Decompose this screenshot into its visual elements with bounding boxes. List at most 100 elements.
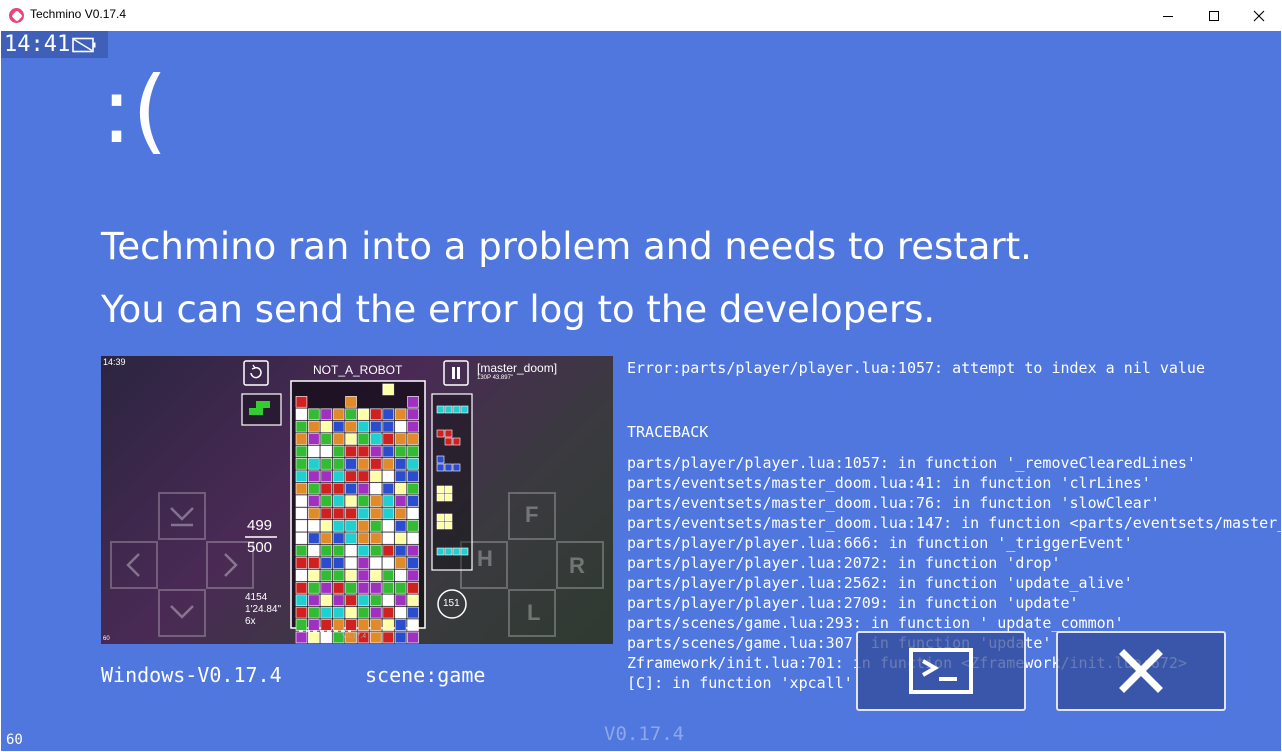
playfield-cell — [320, 482, 333, 495]
next-piece-cell — [436, 485, 445, 494]
snapshot-clock: 14:39 — [103, 357, 126, 367]
playfield-cell — [295, 557, 308, 569]
playfield-cell — [394, 544, 407, 557]
playfield-cell — [307, 594, 320, 607]
playfield-cell — [332, 619, 345, 631]
playfield-cell — [369, 569, 382, 582]
playfield-cell — [407, 631, 419, 644]
traceback-line: parts/player/player.lua:2709: in functio… — [627, 594, 1079, 612]
playfield-cell — [307, 433, 320, 445]
playfield-cell — [407, 458, 419, 470]
playfield-cell — [345, 507, 357, 520]
playfield-cell — [357, 544, 370, 557]
playfield-cell — [407, 408, 419, 421]
next-piece-cell — [436, 547, 445, 556]
playfield-cell — [307, 544, 320, 557]
playfield-cell — [307, 507, 320, 520]
playfield-cell — [295, 396, 308, 408]
next-piece-cell — [444, 437, 453, 446]
next-piece-cell — [436, 513, 445, 522]
playfield-cell — [357, 581, 370, 594]
playfield-cell — [394, 519, 407, 532]
hard-drop-icon — [170, 507, 194, 527]
playfield-cell — [345, 495, 357, 507]
playfield-cell — [345, 606, 357, 619]
playfield-cell — [320, 557, 333, 569]
scene-label: scene:game — [365, 663, 486, 687]
next-piece-cell — [444, 463, 453, 472]
playfield-cell — [295, 458, 308, 470]
playfield-cell — [320, 458, 333, 470]
playfield-cell — [295, 569, 308, 582]
traceback-line: parts/player/player.lua:666: in function… — [627, 534, 1133, 552]
next-piece-cell — [436, 493, 445, 502]
playfield-cell — [369, 544, 382, 557]
next-piece-cell — [452, 463, 461, 472]
minimize-icon — [1163, 15, 1173, 17]
playfield-cell — [407, 569, 419, 582]
next-piece-cell — [444, 493, 453, 502]
playfield-cell — [382, 495, 395, 507]
playfield-cell — [382, 619, 395, 631]
next-piece-cell — [444, 521, 453, 530]
next-piece-cell — [460, 405, 469, 414]
playfield-cell — [345, 581, 357, 594]
playfield-cell — [394, 445, 407, 458]
next-piece-cell — [436, 521, 445, 530]
snapshot-version: V0.17.4 — [342, 633, 367, 640]
traceback-line: parts/player/player.lua:1057: in functio… — [627, 454, 1196, 472]
playfield-cell — [382, 557, 395, 569]
next-piece-cell — [444, 547, 453, 556]
next-queue-frame — [431, 393, 473, 571]
playfield-cell — [407, 482, 419, 495]
touch-key-rotate-left: L — [527, 600, 541, 625]
playfield-cell — [394, 433, 407, 445]
playfield-cell — [394, 482, 407, 495]
playfield-cell — [407, 396, 419, 408]
traceback-title: TRACEBACK — [627, 423, 709, 441]
fps-counter: 60 — [6, 732, 23, 748]
playfield-cell — [345, 445, 357, 458]
playfield-cell — [369, 458, 382, 470]
playfield-cell — [407, 594, 419, 607]
clock-time: 14:41 — [4, 32, 71, 57]
traceback-line: parts/player/player.lua:2072: in functio… — [627, 554, 1061, 572]
close-window-button[interactable] — [1236, 0, 1282, 31]
playfield-cell — [382, 482, 395, 495]
playfield-cell — [394, 569, 407, 582]
playfield-cell — [320, 631, 333, 644]
error-subline: You can send the error log to the develo… — [101, 288, 936, 331]
maximize-button[interactable] — [1191, 0, 1237, 31]
playfield-cell — [369, 433, 382, 445]
playfield-cell — [295, 532, 308, 545]
playfield-cell — [320, 507, 333, 520]
playfield-cell — [345, 594, 357, 607]
playfield-cell — [345, 557, 357, 569]
playfield-cell — [307, 470, 320, 483]
playfield-cell — [320, 594, 333, 607]
playfield-cell — [382, 581, 395, 594]
playfield-cell — [320, 606, 333, 619]
next-piece-cell — [452, 405, 461, 414]
playfield-cell — [382, 507, 395, 520]
playfield-cell — [307, 581, 320, 594]
playfield-cell — [382, 532, 395, 545]
snapshot-combo: 6x — [245, 616, 256, 627]
playfield-cell — [357, 445, 370, 458]
next-piece-cell — [452, 547, 461, 556]
console-button[interactable] — [856, 631, 1026, 711]
next-piece-cell — [460, 547, 469, 556]
playfield-cell — [357, 532, 370, 545]
playfield-cell — [394, 495, 407, 507]
playfield-cell — [307, 569, 320, 582]
minimize-button[interactable] — [1145, 0, 1191, 31]
playfield-cell — [307, 495, 320, 507]
quit-button[interactable] — [1056, 631, 1226, 711]
traceback-line: parts/eventsets/master_doom.lua:147: in … — [627, 514, 1281, 532]
playfield-cell — [307, 631, 320, 644]
window-title: Techmino V0.17.4 — [30, 7, 127, 21]
traceback-line: parts/player/player.lua:2562: in functio… — [627, 574, 1133, 592]
snapshot-time: 1'24.84" — [245, 604, 282, 615]
playfield-cell — [382, 433, 395, 445]
playfield-cell — [407, 532, 419, 545]
